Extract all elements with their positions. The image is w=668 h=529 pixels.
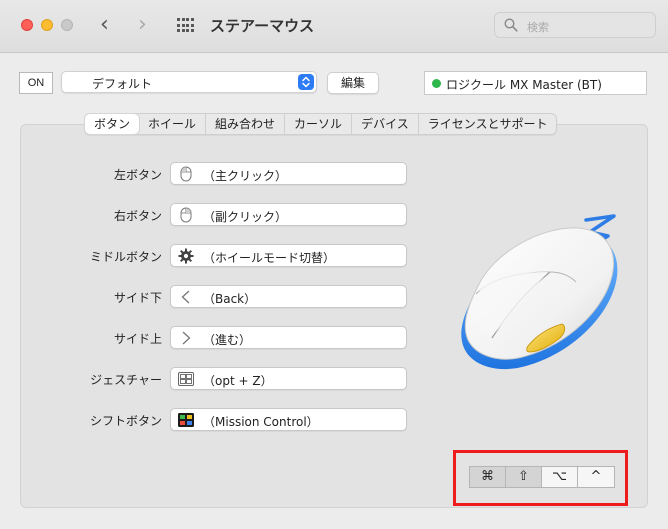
mouse-icon	[178, 166, 194, 182]
preset-value: デフォルト	[92, 77, 153, 91]
shift-key-button[interactable]: ⇧	[506, 467, 542, 487]
on-toggle-button[interactable]: ON	[19, 72, 53, 94]
mission-control-icon	[178, 412, 194, 428]
edit-button[interactable]: 編集	[327, 72, 379, 94]
middle-button-action[interactable]: （ホイールモード切替）	[170, 244, 407, 267]
select-stepper-icon	[298, 74, 314, 90]
tab-wheel[interactable]: ホイール	[139, 114, 207, 134]
control-key-button[interactable]: ^	[578, 467, 614, 487]
tab-cursor[interactable]: カーソル	[285, 114, 353, 134]
shift-button-value: （Mission Control）	[203, 415, 319, 429]
shift-button-label: シフトボタン	[89, 414, 162, 428]
search-input[interactable]: 検索	[494, 12, 656, 38]
middle-button-value: （ホイールモード切替）	[203, 251, 336, 265]
search-icon	[504, 18, 518, 32]
gesture-action[interactable]: （opt + Z）	[170, 367, 407, 390]
tab-devices[interactable]: デバイス	[352, 114, 419, 134]
gear-icon	[178, 248, 194, 264]
gesture-icon	[178, 371, 194, 387]
left-button-value: （主クリック）	[203, 169, 288, 183]
side-down-value: （Back）	[203, 292, 257, 306]
gesture-value: （opt + Z）	[203, 374, 273, 388]
shift-button-action[interactable]: （Mission Control）	[170, 408, 407, 431]
mouse-illustration	[461, 214, 618, 370]
minimize-window-button[interactable]	[41, 19, 53, 31]
forward-button[interactable]: ›	[138, 13, 147, 37]
gesture-label: ジェスチャー	[90, 373, 162, 387]
right-button-action[interactable]: （副クリック）	[170, 203, 407, 226]
left-button-label: 左ボタン	[113, 168, 162, 182]
zoom-window-button[interactable]	[61, 19, 73, 31]
middle-button-label: ミドルボタン	[89, 250, 162, 264]
tab-license-support[interactable]: ライセンスとサポート	[419, 114, 557, 134]
side-down-label: サイド下	[113, 291, 162, 305]
side-up-label: サイド上	[113, 332, 162, 346]
modifier-keys-group: ⌘ ⇧ ⌥ ^	[469, 466, 615, 488]
side-up-action[interactable]: （進む）	[170, 326, 407, 349]
right-button-value: （副クリック）	[203, 210, 288, 224]
device-selector[interactable]: ロジクール MX Master (BT)	[424, 71, 647, 95]
device-status-dot	[432, 79, 441, 88]
close-window-button[interactable]	[21, 19, 33, 31]
side-up-value: （進む）	[203, 333, 252, 347]
title-bar: ‹ › ステアーマウス 検索	[0, 0, 668, 53]
side-down-action[interactable]: （Back）	[170, 285, 407, 308]
preset-select[interactable]: デフォルト	[61, 71, 317, 93]
mouse-icon	[178, 207, 194, 223]
chevron-left-icon	[178, 289, 194, 305]
tab-chords[interactable]: 組み合わせ	[206, 114, 286, 134]
tab-bar: ボタン ホイール 組み合わせ カーソル デバイス ライセンスとサポート	[84, 113, 558, 135]
window-title: ステアーマウス	[210, 17, 315, 35]
search-placeholder: 検索	[527, 21, 549, 34]
tab-buttons[interactable]: ボタン	[85, 114, 140, 134]
back-button[interactable]: ‹	[100, 13, 109, 37]
show-all-grid-icon[interactable]	[177, 18, 195, 33]
left-button-action[interactable]: （主クリック）	[170, 162, 407, 185]
option-key-button[interactable]: ⌥	[542, 467, 578, 487]
chevron-right-icon	[178, 330, 194, 346]
command-key-button[interactable]: ⌘	[470, 467, 506, 487]
device-name: ロジクール MX Master (BT)	[446, 78, 602, 92]
right-button-label: 右ボタン	[113, 209, 162, 223]
